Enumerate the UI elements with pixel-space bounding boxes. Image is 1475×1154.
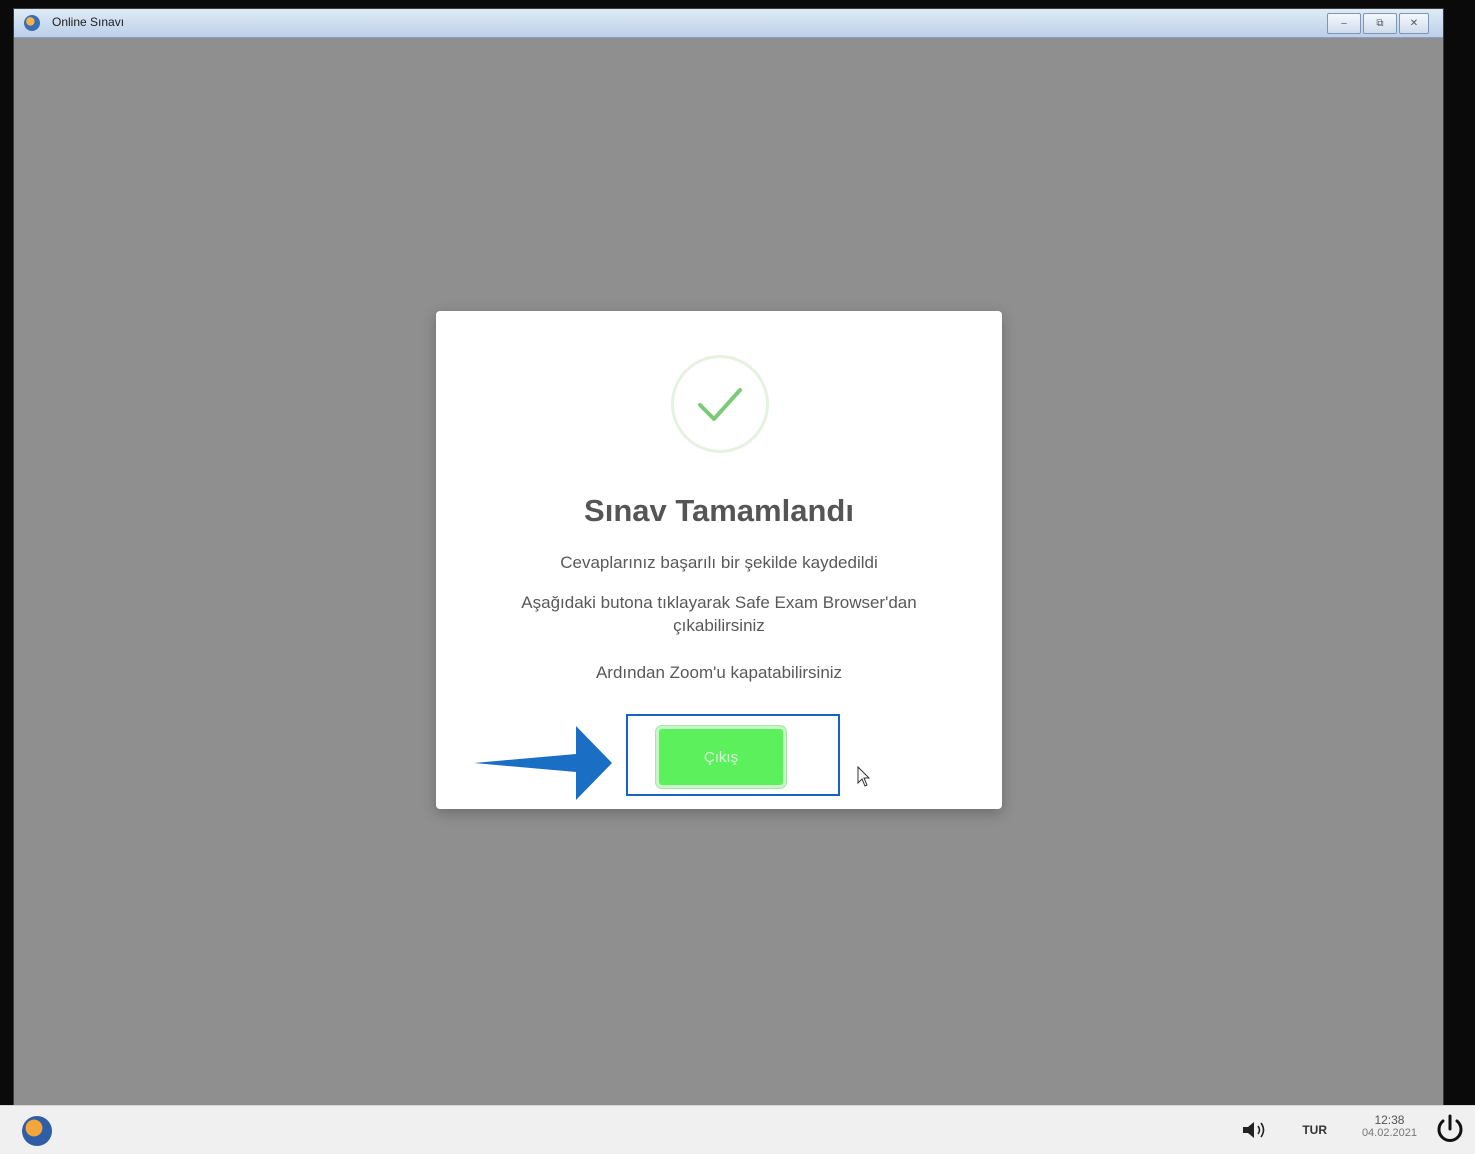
mouse-cursor-icon <box>857 766 871 787</box>
window-controls: – ⧉ ✕ <box>1327 13 1429 34</box>
dialog-message-zoom: Ardından Zoom'u kapatabilirsiniz <box>595 663 843 682</box>
taskbar: TUR 12:38 04.02.2021 <box>0 1105 1475 1154</box>
check-circle-icon <box>671 355 769 453</box>
clock: 12:38 04.02.2021 <box>1362 1113 1417 1139</box>
app-logo-icon <box>24 15 40 31</box>
arrow-right-icon <box>474 726 612 800</box>
power-icon[interactable] <box>1433 1113 1467 1147</box>
exit-button[interactable]: Çıkış <box>656 726 786 788</box>
dialog-message-saved: Cevaplarınız başarılı bir şekilde kayded… <box>560 553 878 572</box>
title-bar: Online Sınavı – ⧉ ✕ <box>14 9 1443 38</box>
dialog-message-exit-instructions: Aşağıdaki butona tıklayarak Safe Exam Br… <box>521 593 917 635</box>
window-title: Online Sınavı <box>52 15 125 29</box>
restore-button[interactable]: ⧉ <box>1363 13 1397 34</box>
clock-time: 12:38 <box>1374 1113 1405 1127</box>
dialog-title: Sınav Tamamlandı <box>584 493 854 528</box>
clock-date: 04.02.2021 <box>1361 1127 1417 1139</box>
minimize-button[interactable]: – <box>1327 13 1361 34</box>
language-indicator[interactable]: TUR <box>1302 1123 1327 1137</box>
seb-start-icon[interactable] <box>22 1116 52 1146</box>
volume-icon[interactable] <box>1241 1119 1273 1141</box>
close-button[interactable]: ✕ <box>1399 13 1429 34</box>
